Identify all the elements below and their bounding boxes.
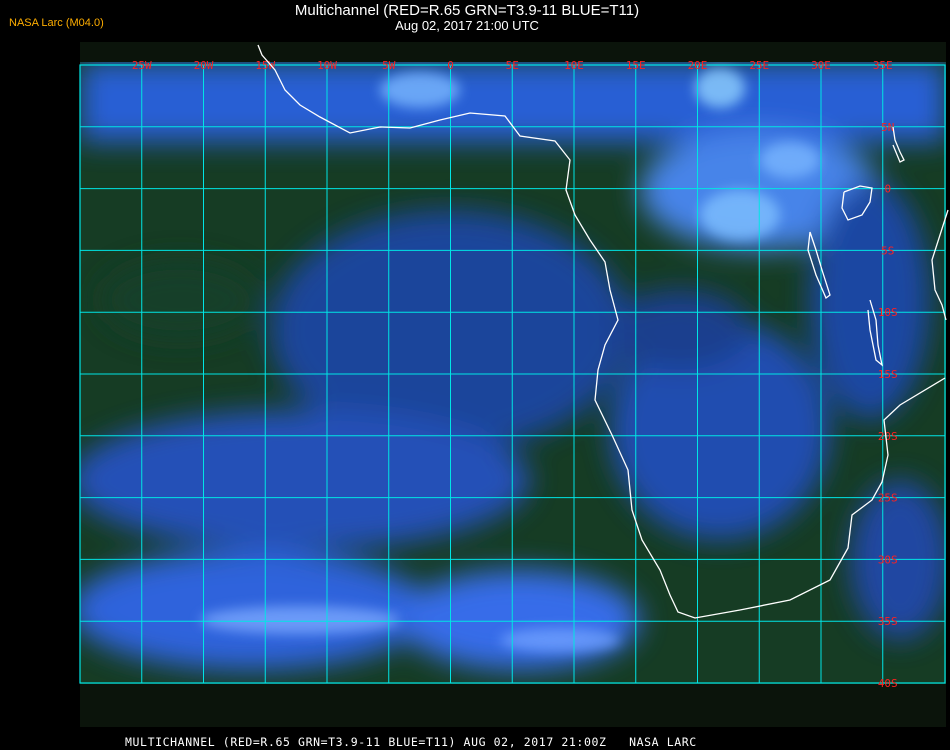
latitude-label: 5N [881,121,894,134]
latitude-label: 5S [881,244,894,257]
longitude-label: 15E [626,59,646,72]
latitude-label: 40S [878,677,898,690]
latitude-label: 30S [878,553,898,566]
imagery [80,62,946,684]
longitude-label: 20W [194,59,214,72]
latitude-label: 20S [878,430,898,443]
longitude-label: 20E [688,59,708,72]
satellite-map: 25W 20W 15W 10W 5W 0 5E 10E 15E 20E 25E 30E 35E 5N 0 5S… [79,42,949,727]
footer-caption: MULTICHANNEL (RED=R.65 GRN=T3.9-11 BLUE=… [125,735,697,749]
latitude-label: 35S [878,615,898,628]
longitude-label: 25W [132,59,152,72]
latitude-label: 15S [878,368,898,381]
longitude-label: 0 [447,59,454,72]
longitude-label: 5W [382,59,396,72]
latitude-label: 10S [878,306,898,319]
latitude-label: 25S [878,492,898,505]
longitude-label: 30E [811,59,831,72]
longitude-label: 35E [873,59,893,72]
longitude-label: 25E [749,59,769,72]
longitude-label: 10W [317,59,337,72]
longitude-label: 10E [564,59,584,72]
latitude-label: 0 [884,183,891,196]
longitude-label: 15W [255,59,275,72]
longitude-label: 5E [506,59,519,72]
